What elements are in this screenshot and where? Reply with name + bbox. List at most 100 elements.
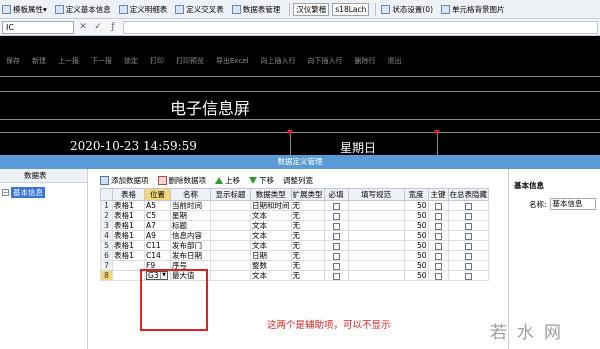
add-item-button[interactable]: 添加数据项 [100,175,149,186]
cancel-icon[interactable]: ✕ [77,22,89,32]
primary-key-checkbox-cell[interactable] [427,260,449,271]
hide-checkbox-cell[interactable] [447,220,489,231]
cell-fill-rule[interactable] [347,250,405,261]
table-row[interactable]: 2 表格1 C5 星期 文本 无 50 [100,210,489,221]
cell-name[interactable]: 当前时间 [170,200,211,211]
required-checkbox-cell[interactable] [323,200,349,211]
required-checkbox[interactable] [332,262,340,270]
cell-table[interactable]: 表格1 [112,240,145,251]
cell-table[interactable]: 表格1 [112,220,145,231]
cell-name[interactable]: 发布日期 [170,250,211,261]
expand-icon[interactable]: − [2,188,9,196]
cell-fill-rule[interactable] [347,230,405,241]
doc-toolbar-insert-above[interactable]: 向上插入行 [261,56,296,66]
table-row[interactable]: 3 表格1 A7 标题 文本 无 50 [100,220,489,231]
cell-name[interactable]: 标题 [170,220,211,231]
column-header[interactable]: 显示标题 [210,188,251,201]
required-checkbox[interactable] [332,232,340,240]
hide-checkbox-cell[interactable] [447,200,489,211]
toolbar-item-basic-info[interactable]: 定义基本信息 [53,1,113,17]
doc-toolbar-exit[interactable]: 退出 [388,56,402,66]
font-size-combo[interactable]: s18Lach [332,2,370,16]
formula-input[interactable] [123,20,598,34]
table-row[interactable]: 4 表格1 A9 信息内容 文本 无 50 [100,230,489,241]
cell-table[interactable]: 表格1 [112,250,145,261]
cell-data-type[interactable]: 文本 [250,210,292,221]
primary-key-checkbox-cell[interactable] [427,240,449,251]
hide-checkbox-cell[interactable] [447,270,489,281]
cell-width[interactable]: 50 [403,250,429,261]
toolbar-item-status[interactable]: 状态设置(0) [379,1,435,17]
primary-key-checkbox[interactable] [434,232,442,240]
cell-ext-type[interactable]: 无 [290,250,325,261]
doc-toolbar-new[interactable]: 新建 [32,56,46,66]
primary-key-checkbox[interactable] [434,212,442,220]
doc-toolbar-insert-below[interactable]: 向下插入行 [308,56,343,66]
hide-checkbox-cell[interactable] [447,250,489,261]
primary-key-checkbox-cell[interactable] [427,200,449,211]
required-checkbox-cell[interactable] [323,270,349,281]
doc-toolbar-print[interactable]: 打印 [150,56,164,66]
primary-key-checkbox-cell[interactable] [427,270,449,281]
tree-item-basic-info[interactable]: − 基本信息 [0,186,87,198]
cell-data-type[interactable]: 日期 [250,250,292,261]
cell-display-title[interactable] [210,210,251,221]
cell-table[interactable]: 表格1 [112,210,145,221]
doc-toolbar-preview[interactable]: 打印预览 [176,56,204,66]
cell-width[interactable]: 50 [403,240,429,251]
cell-data-type[interactable]: 文本 [250,240,292,251]
cell-fill-rule[interactable] [347,240,405,251]
cell-position[interactable]: C5 [144,210,171,221]
cell-position[interactable]: A9 [144,230,171,241]
cell-ext-type[interactable]: 无 [290,210,325,221]
cell-display-title[interactable] [210,240,251,251]
primary-key-checkbox[interactable] [434,242,442,250]
doc-toolbar-export[interactable]: 导出Excel [216,56,249,66]
column-header[interactable]: 必填 [323,188,349,201]
cell-display-title[interactable] [210,230,251,241]
cell-position[interactable]: C11 [144,240,171,251]
cell-width[interactable]: 50 [403,230,429,241]
cell-width[interactable]: 50 [403,270,429,281]
required-checkbox[interactable] [332,242,340,250]
toolbar-item-detail-table[interactable]: 定义明细表 [117,1,170,17]
cell-data-type[interactable]: 文本 [250,220,292,231]
table-row[interactable]: 1 表格1 A5 当前时间 日期和时间 无 50 [100,200,489,211]
table-row[interactable]: 6 表格1 C14 发布日期 日期 无 50 [100,250,489,261]
cell-position[interactable]: A5 [144,200,171,211]
table-row[interactable]: 5 表格1 C11 发布部门 文本 无 50 [100,240,489,251]
required-checkbox-cell[interactable] [323,230,349,241]
hide-in-summary-checkbox[interactable] [464,242,472,250]
cell-ext-type[interactable]: 无 [290,200,325,211]
function-icon[interactable]: ƒ [107,22,119,32]
cell-fill-rule[interactable] [347,220,405,231]
toolbar-item-table-manager[interactable]: 数据表管理 [230,1,283,17]
column-header[interactable]: 填写规范 [347,188,405,201]
cell-fill-rule[interactable] [347,200,405,211]
hide-checkbox-cell[interactable] [447,260,489,271]
delete-item-button[interactable]: 删除数据项 [157,175,206,186]
column-header[interactable]: 扩展类型 [290,188,325,201]
primary-key-checkbox-cell[interactable] [427,210,449,221]
cell-reference-box[interactable]: IC [2,20,74,34]
doc-toolbar-delete-row[interactable]: 删除行 [355,56,376,66]
cell-data-type[interactable]: 日期和时间 [250,200,292,211]
doc-toolbar-next[interactable]: 下一报 [91,56,112,66]
primary-key-checkbox[interactable] [434,272,442,280]
column-header[interactable]: 在总表隐藏 [447,188,489,201]
primary-key-checkbox[interactable] [434,202,442,210]
cell-width[interactable]: 50 [403,260,429,271]
required-checkbox-cell[interactable] [323,210,349,221]
hide-in-summary-checkbox[interactable] [464,232,472,240]
required-checkbox[interactable] [332,222,340,230]
toolbar-item-cell-bg-image[interactable]: 单元格背景图片 [439,1,507,17]
required-checkbox[interactable] [332,272,340,280]
hide-checkbox-cell[interactable] [447,240,489,251]
column-header[interactable]: 名称 [170,188,211,201]
adjust-width-button[interactable]: 调整列宽 [283,175,313,186]
hide-in-summary-checkbox[interactable] [464,222,472,230]
doc-toolbar-lock[interactable]: 锁定 [124,56,138,66]
confirm-icon[interactable]: ✓ [92,22,104,32]
cell-display-title[interactable] [210,200,251,211]
cell-name[interactable]: 信息内容 [170,230,211,241]
